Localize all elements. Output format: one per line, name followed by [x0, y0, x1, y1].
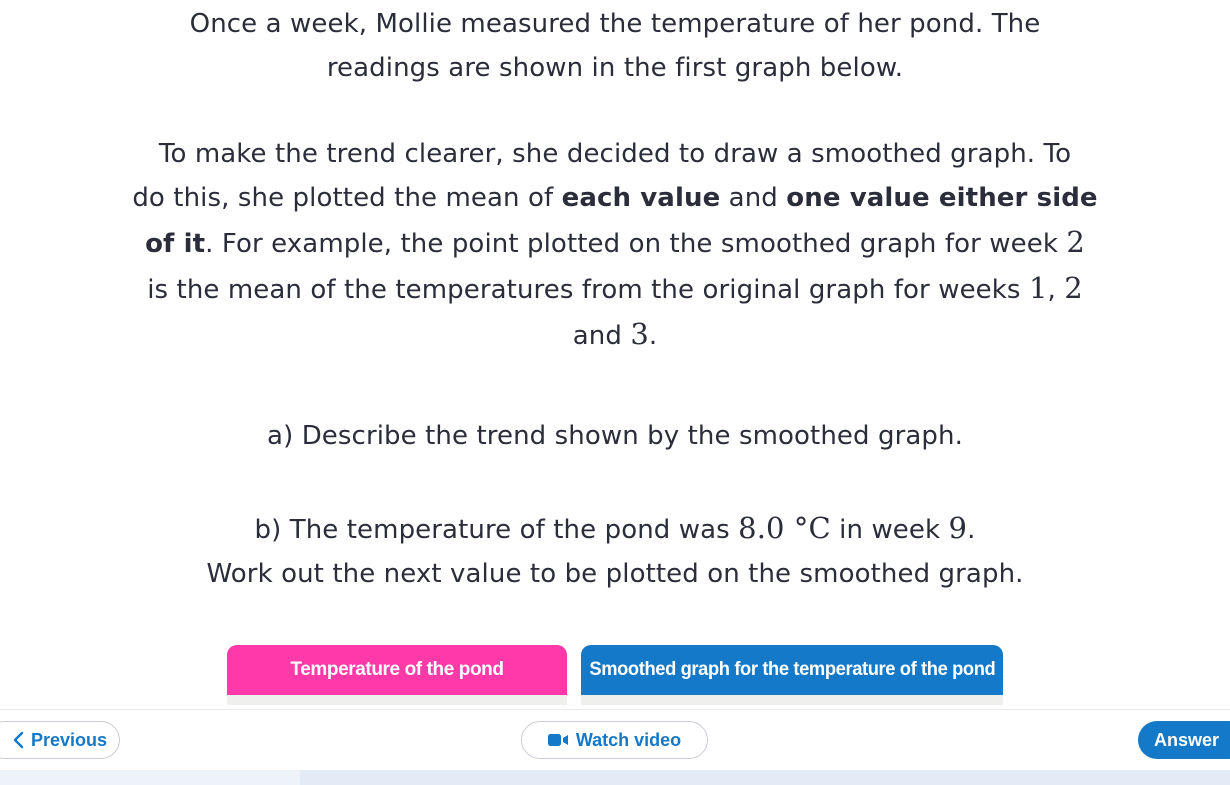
part-b-line-2: Work out the next value to be plotted on… — [206, 559, 1024, 589]
bottom-navigation: Previous Watch video Answer — [0, 709, 1230, 770]
footer-shade — [300, 770, 1230, 785]
tab-smoothed-graph[interactable]: Smoothed graph for the temperature of th… — [581, 645, 1003, 695]
previous-label: Previous — [30, 729, 108, 750]
math-number: 2 — [1066, 225, 1085, 259]
method-line-4: is the mean of the temperatures from the… — [0, 266, 1230, 312]
math-number: 1 — [1028, 271, 1048, 305]
math-number: 3 — [630, 317, 649, 351]
tab-label: Smoothed graph for the temperature of th… — [589, 659, 995, 680]
tab-label: Temperature of the pond — [290, 659, 504, 680]
temperature-value: 8.0 — [738, 511, 785, 545]
tab-panel-strip — [227, 695, 567, 705]
math-number: 2 — [1064, 271, 1083, 305]
emphasis-one-value-either-side: one value either side — [786, 183, 1098, 213]
method-text: , — [1047, 275, 1065, 305]
method-text: and — [720, 183, 787, 213]
watch-video-button[interactable]: Watch video — [521, 721, 708, 759]
method-line-3: of it. For example, the point plotted on… — [0, 220, 1230, 266]
method-line-5: and 3. — [0, 312, 1230, 358]
emphasis-each-value: each value — [561, 183, 721, 213]
question-intro: Once a week, Mollie measured the tempera… — [0, 2, 1230, 90]
watch-video-label: Watch video — [575, 729, 682, 750]
chevron-left-icon — [13, 731, 25, 749]
part-a-text: a) Describe the trend shown by the smoot… — [267, 421, 963, 451]
emphasis-of-it: of it — [145, 229, 206, 259]
footer-band — [0, 770, 1230, 785]
method-text: do this, she plotted the mean of — [132, 183, 562, 213]
method-text: is the mean of the temperatures from the… — [147, 275, 1029, 305]
intro-line-1: Once a week, Mollie measured the tempera… — [189, 9, 1041, 39]
part-b: b) The temperature of the pond was 8.0 °… — [0, 506, 1230, 596]
method-text: . For example, the point plotted on the … — [205, 229, 1067, 259]
temperature-unit: °C — [784, 511, 831, 545]
method-line-2: do this, she plotted the mean of each va… — [0, 176, 1230, 220]
question-method: To make the trend clearer, she decided t… — [0, 132, 1230, 358]
part-b-text: b) The temperature of the pond was — [254, 515, 739, 545]
method-line-1: To make the trend clearer, she decided t… — [158, 139, 1072, 169]
part-a: a) Describe the trend shown by the smoot… — [0, 414, 1230, 458]
previous-button[interactable]: Previous — [0, 721, 120, 759]
part-b-line-1: b) The temperature of the pond was 8.0 °… — [0, 506, 1230, 552]
tab-panel-strip — [581, 695, 1003, 705]
video-camera-icon — [547, 733, 570, 747]
method-text: and — [572, 321, 631, 351]
part-b-text: in week — [830, 515, 949, 545]
intro-line-2: readings are shown in the first graph be… — [326, 53, 904, 83]
part-b-text: . — [967, 515, 976, 545]
method-text: . — [648, 321, 658, 351]
answer-button[interactable]: Answer — [1138, 721, 1230, 759]
week-number: 9 — [948, 511, 968, 545]
tab-temperature-of-the-pond[interactable]: Temperature of the pond — [227, 645, 567, 695]
graph-tabs: Temperature of the pond Smoothed graph f… — [227, 645, 1003, 711]
answer-label: Answer — [1154, 729, 1220, 750]
